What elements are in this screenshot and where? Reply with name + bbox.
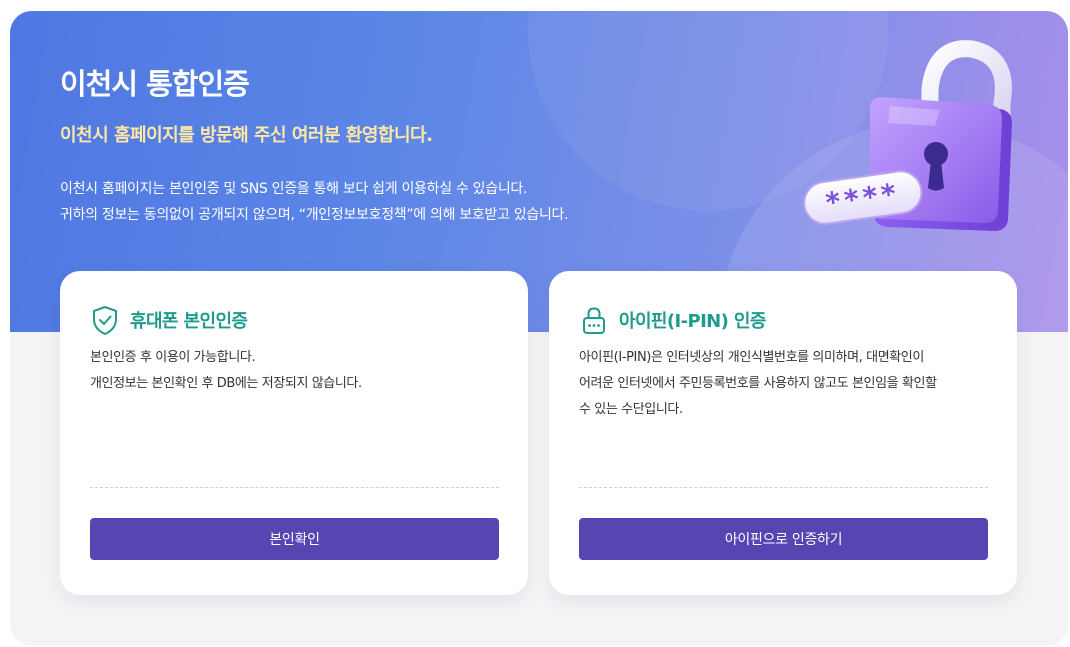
card-description-line: 수 있는 수단입니다. [579, 402, 683, 417]
hero-description: 이천시 홈페이지는 본인인증 및 SNS 인증을 통해 보다 쉽게 이용하실 수… [60, 176, 569, 228]
ipin-auth-card: 아이핀(I-PIN) 인증 아이핀(I-PIN)은 인터넷상의 개인식별번호를 … [549, 271, 1017, 595]
shield-check-icon [93, 306, 117, 335]
auth-page: 이천시 통합인증 이천시 홈페이지를 방문해 주신 여러분 환영합니다. 이천시… [10, 11, 1068, 646]
card-description: 아이핀(I-PIN)은 인터넷상의 개인식별번호를 의미하며, 대면확인이 어려… [579, 345, 991, 423]
phone-auth-card: 휴대폰 본인인증 본인인증 후 이용이 가능합니다. 개인정보는 본인확인 후 … [60, 271, 528, 595]
padlock-icon: **** [803, 40, 1012, 231]
verify-identity-button[interactable]: 본인확인 [90, 518, 499, 560]
page-title: 이천시 통합인증 [60, 67, 250, 101]
card-title: 휴대폰 본인인증 [130, 311, 248, 332]
card-title: 아이핀(I-PIN) 인증 [619, 311, 766, 332]
welcome-message: 이천시 홈페이지를 방문해 주신 여러분 환영합니다. [60, 125, 433, 146]
card-description: 본인인증 후 이용이 가능합니다. 개인정보는 본인확인 후 DB에는 저장되지… [90, 345, 502, 397]
card-header: 휴대폰 본인인증 [90, 304, 248, 336]
hero-description-line: 귀하의 정보는 동의없이 공개되지 않으며, “개인정보보호정책”에 의해 보호… [60, 207, 569, 223]
ipin-verify-button[interactable]: 아이핀으로 인증하기 [579, 518, 988, 560]
hero-description-line: 이천시 홈페이지는 본인인증 및 SNS 인증을 통해 보다 쉽게 이용하실 수… [60, 181, 528, 197]
lock-icon [583, 307, 605, 334]
card-description-line: 본인인증 후 이용이 가능합니다. [90, 350, 256, 365]
divider [90, 487, 499, 488]
card-header: 아이핀(I-PIN) 인증 [579, 304, 766, 336]
divider [579, 487, 988, 488]
card-description-line: 어려운 인터넷에서 주민등록번호를 사용하지 않고도 본인임을 확인할 [579, 376, 937, 391]
card-description-line: 개인정보는 본인확인 후 DB에는 저장되지 않습니다. [90, 376, 362, 391]
card-description-line: 아이핀(I-PIN)은 인터넷상의 개인식별번호를 의미하며, 대면확인이 [579, 350, 924, 365]
